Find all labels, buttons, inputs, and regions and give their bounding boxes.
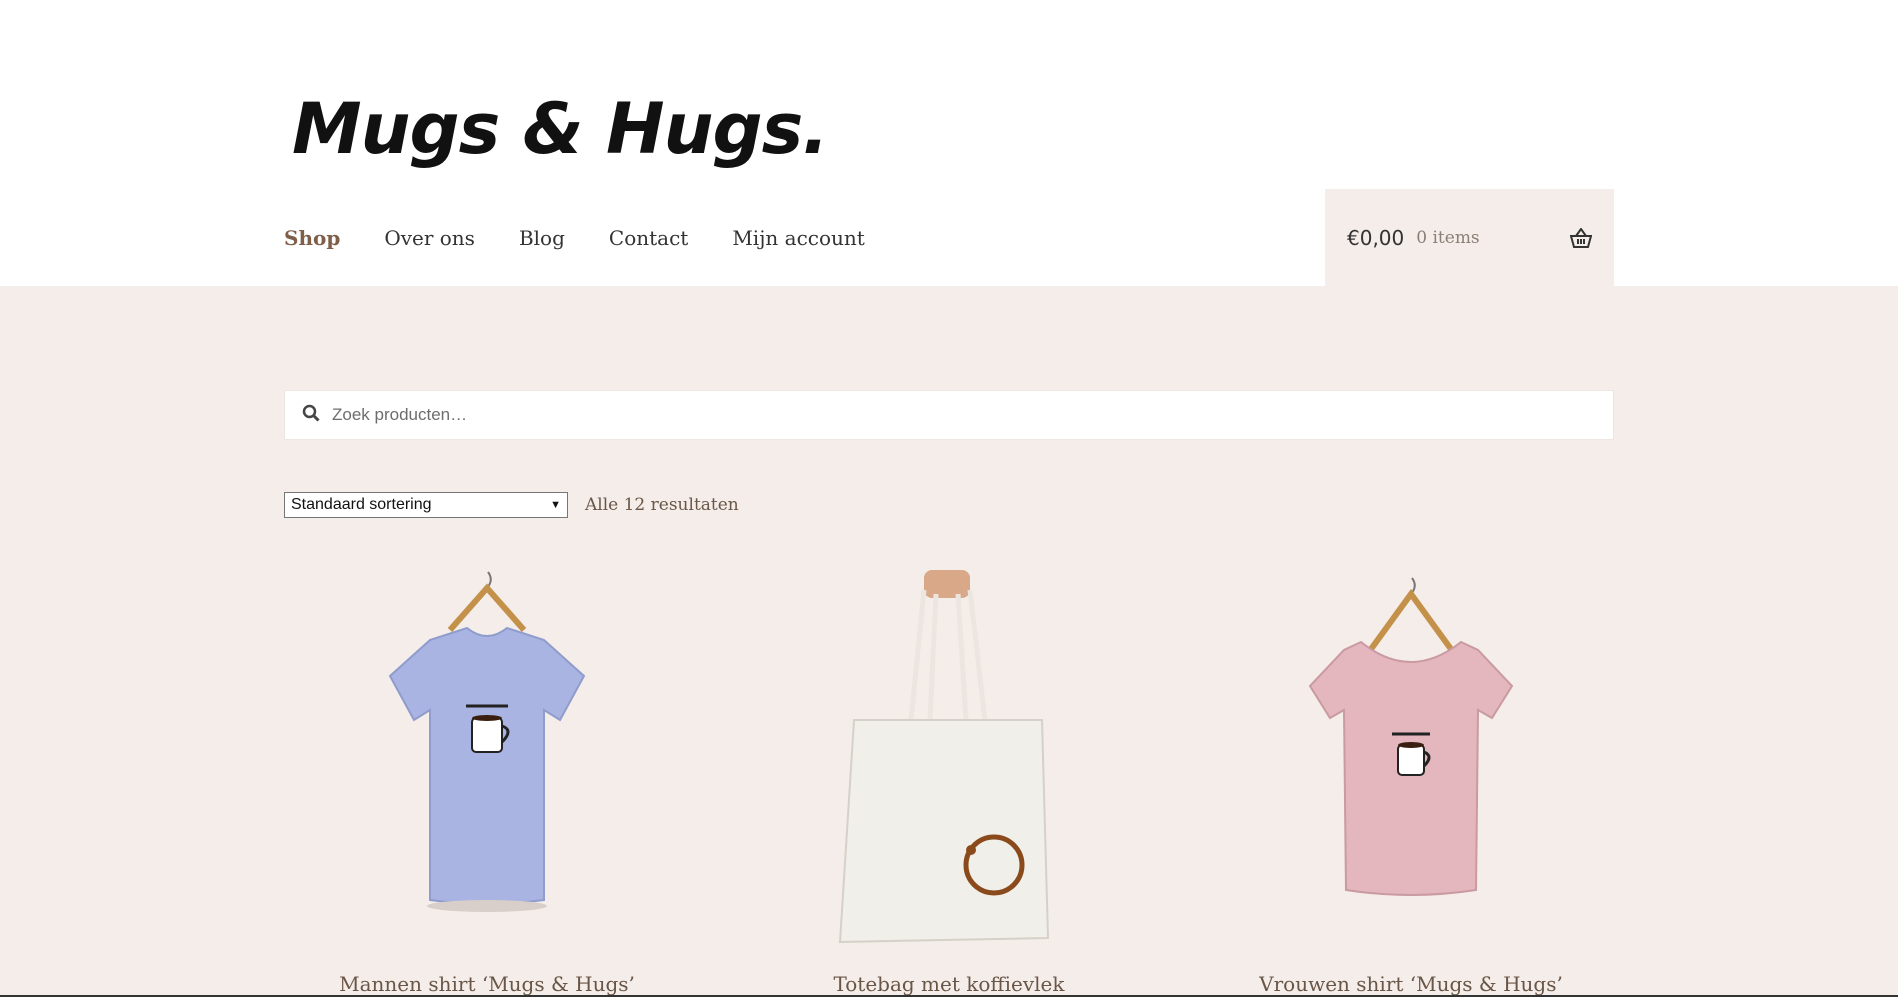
product-image-mannen-shirt[interactable] bbox=[262, 570, 712, 950]
product-card[interactable]: Totebag met koffievlek bbox=[724, 570, 1174, 997]
product-card[interactable]: Vrouwen shirt ‘Mugs & Hugs’ bbox=[1186, 570, 1636, 997]
dropdown-arrow-icon: ▼ bbox=[550, 499, 561, 511]
main-navigation: Shop Over ons Blog Contact Mijn account bbox=[284, 222, 865, 254]
cart-count: 0 items bbox=[1416, 227, 1480, 248]
search-icon[interactable] bbox=[302, 404, 320, 426]
site-logo[interactable]: Mugs & Hugs. bbox=[282, 48, 829, 188]
result-count: Alle 12 resultaten bbox=[585, 495, 739, 515]
product-title[interactable]: Vrouwen shirt ‘Mugs & Hugs’ bbox=[1186, 972, 1636, 996]
product-card[interactable]: Mannen shirt ‘Mugs & Hugs’ bbox=[262, 570, 712, 997]
site-header: Mugs & Hugs. Shop Over ons Blog Contact … bbox=[0, 0, 1898, 286]
cart-total: €0,00 bbox=[1347, 225, 1405, 250]
sorting-selected-value: Standaard sortering bbox=[291, 496, 432, 513]
product-image-vrouwen-shirt[interactable] bbox=[1186, 570, 1636, 950]
nav-item-contact[interactable]: Contact bbox=[609, 226, 688, 250]
nav-item-mijn-account[interactable]: Mijn account bbox=[732, 226, 864, 250]
search-input[interactable] bbox=[332, 405, 1532, 425]
nav-item-shop[interactable]: Shop bbox=[284, 226, 340, 250]
product-title[interactable]: Totebag met koffievlek bbox=[724, 972, 1174, 996]
site-logo-text: Mugs & Hugs. bbox=[292, 88, 829, 170]
product-image-totebag[interactable] bbox=[724, 570, 1174, 950]
sorting-select[interactable]: Standaard sortering ▼ bbox=[284, 492, 568, 518]
product-title[interactable]: Mannen shirt ‘Mugs & Hugs’ bbox=[262, 972, 712, 996]
basket-icon bbox=[1570, 227, 1592, 248]
nav-item-over-ons[interactable]: Over ons bbox=[384, 226, 475, 250]
product-search bbox=[284, 390, 1614, 440]
header-cart[interactable]: €0,00 0 items bbox=[1325, 189, 1614, 286]
nav-item-blog[interactable]: Blog bbox=[519, 226, 565, 250]
